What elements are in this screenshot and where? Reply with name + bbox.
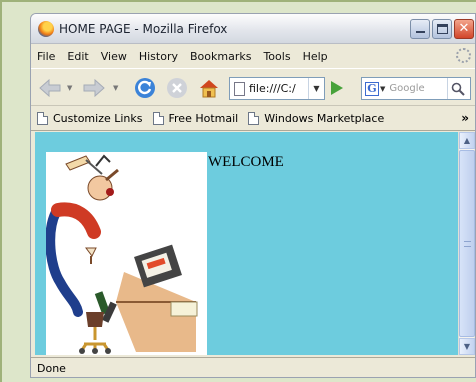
stop-icon (167, 78, 187, 98)
bookmark-label: Free Hotmail (168, 112, 239, 125)
vertical-scrollbar[interactable]: ▲ ▼ (458, 132, 475, 355)
address-dropdown-button[interactable]: ▼ (308, 78, 324, 99)
maximize-button[interactable] (432, 19, 452, 39)
search-bar[interactable]: G ▼ Google (361, 77, 471, 100)
bookmark-free-hotmail[interactable]: Free Hotmail (152, 112, 239, 125)
activity-throbber-icon (456, 48, 471, 63)
navigation-toolbar: ▼ ▼ file:///C:/ ▼ G ▼ Google (31, 68, 475, 106)
forward-history-dropdown-icon[interactable]: ▼ (113, 84, 118, 92)
status-text: Done (37, 362, 66, 375)
grip-icon (464, 241, 471, 247)
bookmarks-overflow-chevron-icon[interactable]: » (461, 111, 469, 125)
search-button[interactable] (447, 78, 467, 99)
menu-edit[interactable]: Edit (67, 50, 88, 63)
scroll-up-button[interactable]: ▲ (459, 132, 475, 149)
forward-button[interactable] (81, 77, 107, 99)
page-icon (152, 112, 164, 125)
search-input[interactable]: Google (389, 83, 447, 94)
menu-bar: File Edit View History Bookmarks Tools H… (31, 45, 475, 67)
back-button[interactable] (37, 77, 63, 99)
bookmark-customize-links[interactable]: Customize Links (37, 112, 143, 125)
chevron-down-icon: ▼ (313, 84, 320, 93)
menu-history[interactable]: History (139, 50, 178, 63)
scrollbar-thumb[interactable] (459, 150, 475, 337)
url-text[interactable]: file:///C:/ (249, 82, 297, 95)
reload-button[interactable] (133, 77, 157, 99)
welcome-heading: WELCOME (208, 154, 284, 170)
magnifier-icon (451, 82, 465, 96)
forward-arrow-icon (83, 79, 105, 97)
chevron-down-icon: ▼ (463, 342, 471, 351)
page-icon (234, 81, 245, 96)
bookmark-windows-marketplace[interactable]: Windows Marketplace (248, 112, 384, 125)
menu-bookmarks[interactable]: Bookmarks (190, 50, 251, 63)
cartoon-drawing-icon (45, 152, 207, 355)
home-button[interactable] (197, 77, 221, 99)
menu-help[interactable]: Help (303, 50, 328, 63)
engine-dropdown-icon[interactable]: ▼ (380, 85, 385, 93)
status-bar: Done (31, 357, 475, 377)
bookmark-label: Windows Marketplace (264, 112, 385, 125)
scroll-down-button[interactable]: ▼ (459, 338, 475, 355)
close-icon: ✕ (458, 21, 470, 36)
home-icon (200, 80, 218, 98)
reload-icon (135, 78, 155, 98)
go-button[interactable] (331, 81, 343, 95)
browser-window: HOME PAGE - Mozilla Firefox ✕ File Edit … (30, 13, 476, 378)
title-bar[interactable]: HOME PAGE - Mozilla Firefox ✕ (31, 14, 475, 44)
page-icon (248, 112, 260, 125)
window-title: HOME PAGE - Mozilla Firefox (59, 21, 228, 36)
close-button[interactable]: ✕ (454, 19, 474, 39)
menu-file[interactable]: File (37, 50, 55, 63)
window-controls: ✕ (410, 19, 474, 39)
cartoon-illustration (45, 152, 207, 355)
menu-tools[interactable]: Tools (263, 50, 290, 63)
minimize-button[interactable] (410, 19, 430, 39)
page-content: WELCOME (35, 132, 458, 355)
firefox-icon (38, 20, 54, 37)
address-bar[interactable]: file:///C:/ ▼ (229, 77, 325, 100)
chevron-up-icon: ▲ (463, 136, 471, 145)
stop-button[interactable] (165, 77, 189, 99)
maximize-icon (437, 24, 448, 34)
bookmarks-toolbar: Customize Links Free Hotmail Windows Mar… (31, 107, 475, 131)
minimize-icon (416, 31, 425, 33)
bookmark-label: Customize Links (53, 112, 143, 125)
google-engine-icon[interactable]: G (365, 81, 379, 96)
menu-view[interactable]: View (101, 50, 127, 63)
page-icon (37, 112, 48, 125)
back-arrow-icon (39, 79, 61, 97)
back-history-dropdown-icon[interactable]: ▼ (67, 84, 72, 92)
